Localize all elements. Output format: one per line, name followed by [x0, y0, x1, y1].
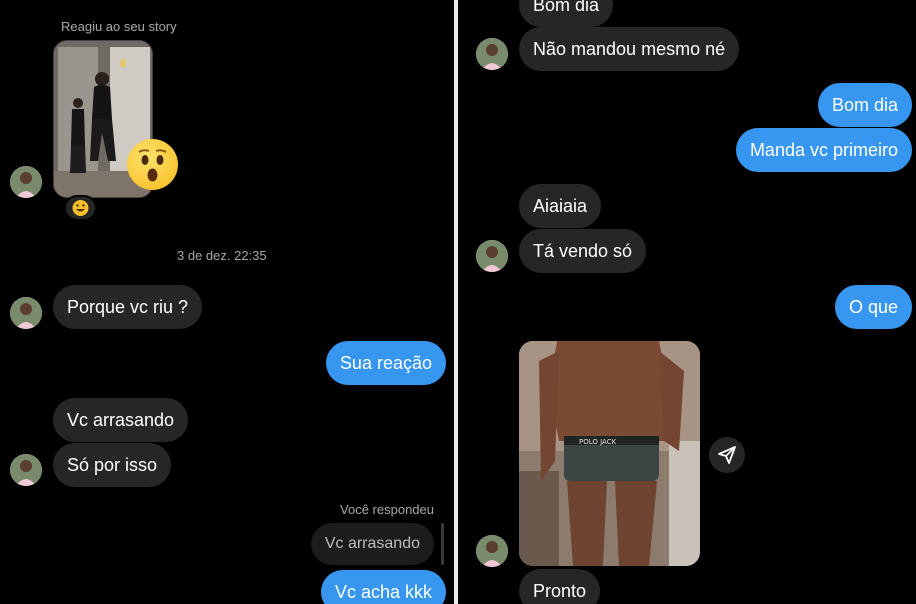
send-icon[interactable]: [709, 437, 745, 473]
message-bubble-incoming[interactable]: Porque vc riu ?: [53, 285, 203, 329]
message-bubble-incoming[interactable]: Pronto: [519, 569, 601, 604]
contact-avatar[interactable]: [10, 454, 42, 486]
svg-text:♛: ♛: [118, 57, 128, 70]
contact-avatar[interactable]: [10, 166, 42, 198]
message-bubble-incoming[interactable]: Vc arrasando: [53, 398, 189, 442]
photo-message[interactable]: POLO JACK: [519, 341, 700, 566]
contact-avatar[interactable]: [10, 297, 42, 329]
message-bubble-incoming[interactable]: Não mandou mesmo né: [519, 27, 740, 71]
contact-avatar[interactable]: [476, 240, 508, 272]
contact-avatar[interactable]: [476, 38, 508, 70]
message-bubble-incoming[interactable]: Bom dia: [519, 0, 614, 27]
photo-image: POLO JACK: [519, 341, 700, 566]
reply-label: Você respondeu: [340, 502, 434, 517]
reply-indicator-bar: [441, 523, 444, 565]
contact-avatar[interactable]: [476, 535, 508, 567]
message-bubble-outgoing[interactable]: O que: [834, 285, 912, 329]
grinning-face-icon[interactable]: [64, 195, 97, 221]
message-bubble-outgoing[interactable]: Bom dia: [817, 83, 912, 127]
message-bubble-outgoing[interactable]: Manda vc primeiro: [735, 128, 912, 172]
message-bubble-outgoing[interactable]: Sua reação: [325, 341, 446, 385]
quoted-message[interactable]: Vc arrasando: [310, 523, 434, 565]
waistband-text: POLO JACK: [579, 438, 617, 446]
astonished-face-icon: [127, 139, 178, 190]
chat-panel-left: Reagiu ao seu story ♛ 3 de dez. 22:35 Po…: [0, 0, 454, 604]
message-bubble-incoming[interactable]: Aiaiaia: [519, 184, 602, 228]
story-reaction-label: Reagiu ao seu story: [61, 19, 177, 34]
message-timestamp: 3 de dez. 22:35: [177, 248, 267, 263]
message-bubble-incoming[interactable]: Só por isso: [53, 443, 172, 487]
message-bubble-outgoing[interactable]: Vc acha kkk: [320, 570, 446, 604]
message-bubble-incoming[interactable]: Tá vendo só: [519, 229, 647, 273]
